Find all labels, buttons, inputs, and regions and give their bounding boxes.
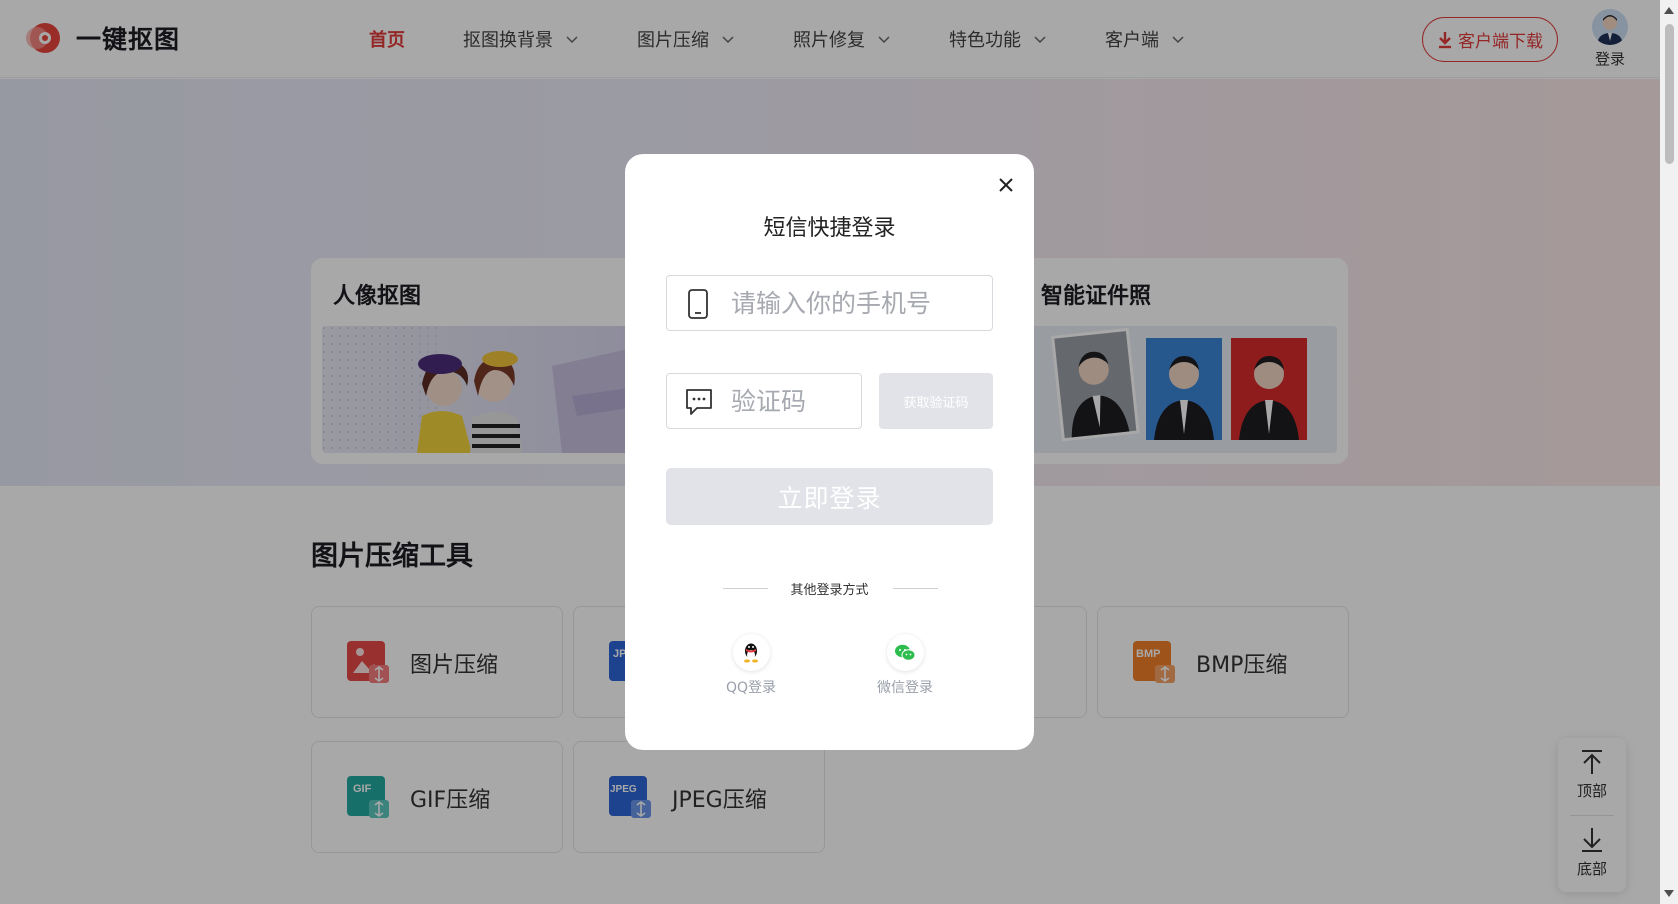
wechat-login-button[interactable]: 微信登录 bbox=[865, 634, 945, 697]
code-field[interactable] bbox=[666, 373, 862, 429]
get-code-button[interactable]: 获取验证码 bbox=[879, 373, 993, 429]
other-methods-label: 其他登录方式 bbox=[790, 583, 869, 598]
divider bbox=[893, 588, 938, 589]
message-icon bbox=[686, 389, 712, 415]
scroll-up-arrow-icon[interactable] bbox=[1664, 7, 1674, 14]
phone-input[interactable] bbox=[731, 276, 981, 330]
scroll-down-arrow-icon[interactable] bbox=[1664, 890, 1674, 897]
code-input[interactable] bbox=[731, 374, 851, 428]
sms-login-modal: 短信快捷登录 获取验证码 立即登录 其他登录方式 QQ bbox=[625, 154, 1034, 750]
phone-field[interactable] bbox=[666, 275, 993, 331]
qq-login-label: QQ登录 bbox=[725, 680, 777, 696]
scrollbar-thumb[interactable] bbox=[1665, 24, 1674, 164]
qq-icon bbox=[732, 634, 770, 671]
wechat-icon bbox=[886, 634, 924, 671]
wechat-login-label: 微信登录 bbox=[877, 680, 933, 696]
phone-icon bbox=[688, 289, 708, 319]
page-scrollbar[interactable] bbox=[1660, 0, 1678, 904]
modal-title: 短信快捷登录 bbox=[763, 216, 896, 241]
close-icon[interactable] bbox=[994, 173, 1018, 197]
login-submit-button[interactable]: 立即登录 bbox=[666, 468, 993, 525]
qq-login-button[interactable]: QQ登录 bbox=[711, 634, 791, 697]
